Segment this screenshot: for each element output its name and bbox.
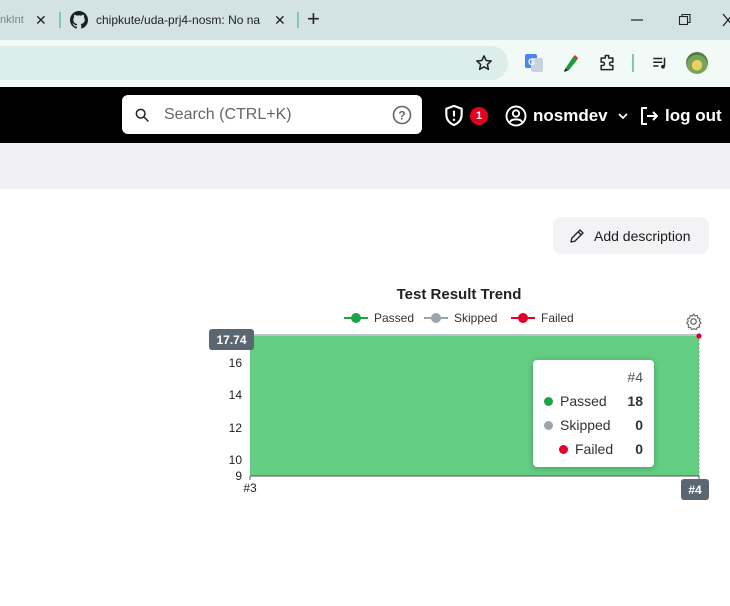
tooltip-title: #4 <box>627 369 643 385</box>
trend-plot <box>249 333 702 480</box>
tooltip-row-failed: Failed 0 <box>533 440 654 460</box>
tooltip-row-skipped: Skipped 0 <box>533 416 654 436</box>
tooltip-label: Passed <box>560 393 607 409</box>
y-tick-label: 10 <box>228 452 242 467</box>
x-pointer-label: #4 <box>681 479 709 500</box>
failed-point <box>696 333 702 339</box>
tooltip-value: 0 <box>635 417 643 433</box>
y-pointer-label: 17.74 <box>209 329 254 350</box>
skipped-dot <box>544 421 553 430</box>
chart-tooltip: #4 Passed 18 Skipped 0 Failed 0 <box>533 360 654 467</box>
y-tick-label: 14 <box>228 388 242 403</box>
tooltip-value: 0 <box>635 441 643 457</box>
tooltip-value: 18 <box>627 393 643 409</box>
tooltip-label: Failed <box>575 441 614 457</box>
y-tick-label: 16 <box>228 356 242 371</box>
passed-dot <box>544 397 553 406</box>
x-tick-label: #3 <box>243 481 257 495</box>
failed-dot <box>559 445 568 454</box>
tooltip-label: Skipped <box>560 417 611 433</box>
tooltip-row-passed: Passed 18 <box>533 392 654 412</box>
y-tick-label: 12 <box>228 420 242 435</box>
